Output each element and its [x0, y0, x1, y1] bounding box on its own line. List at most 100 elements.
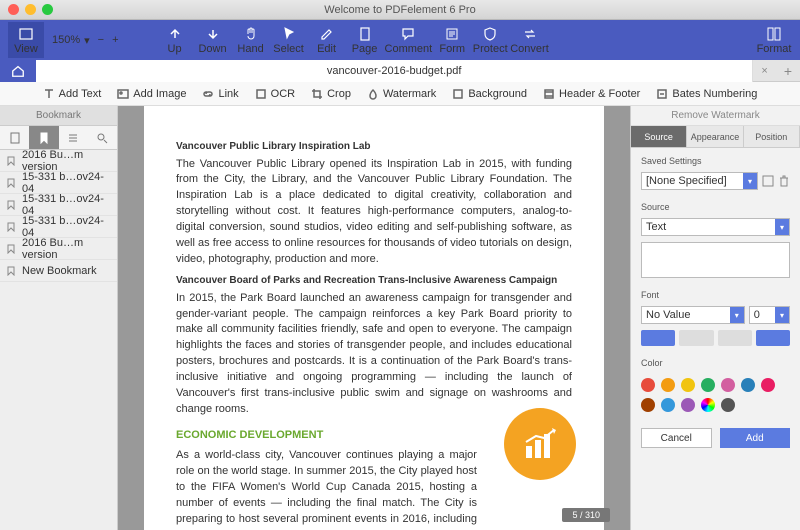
saved-settings-select[interactable]: [None Specified]▾ — [641, 172, 758, 190]
header-footer-icon — [543, 88, 555, 100]
color-swatch[interactable] — [681, 378, 695, 392]
ocr-button[interactable]: OCR — [255, 88, 295, 100]
ribbon: View 150%▾ − + Up Down Hand Select Edit … — [0, 20, 800, 60]
convert-button[interactable]: Convert — [510, 22, 549, 58]
tab-source[interactable]: Source — [631, 126, 687, 147]
down-icon — [205, 26, 221, 42]
bookmark-icon — [6, 178, 16, 188]
color-swatch[interactable] — [681, 398, 695, 412]
document-viewport[interactable]: Vancouver Public Library Inspiration Lab… — [118, 106, 630, 530]
form-button[interactable]: Form — [434, 22, 470, 58]
protect-icon — [482, 26, 498, 42]
font-select[interactable]: No Value▾ — [641, 306, 745, 324]
tab-add-button[interactable]: + — [776, 63, 800, 79]
source-select[interactable]: Text▾ — [641, 218, 790, 236]
align-left-button[interactable] — [641, 330, 675, 346]
page-icon — [357, 26, 373, 42]
background-button[interactable]: Background — [452, 88, 527, 100]
delete-preset-icon[interactable] — [778, 175, 790, 187]
down-button[interactable]: Down — [195, 22, 231, 58]
sidebar-tab-bookmarks[interactable] — [29, 126, 58, 149]
add-image-button[interactable]: Add Image — [117, 88, 186, 100]
color-swatch[interactable] — [641, 398, 655, 412]
sidebar-tab-thumbnails[interactable] — [0, 126, 29, 149]
home-icon — [11, 64, 25, 78]
align-right-button[interactable] — [718, 330, 752, 346]
color-swatch[interactable] — [721, 378, 735, 392]
view-button[interactable]: View — [8, 22, 44, 58]
up-button[interactable]: Up — [157, 22, 193, 58]
page-button[interactable]: Page — [347, 22, 383, 58]
up-icon — [167, 26, 183, 42]
save-preset-icon[interactable] — [762, 175, 774, 187]
tab-appearance[interactable]: Appearance — [687, 126, 743, 147]
maximize-window-icon[interactable] — [42, 4, 53, 15]
zoom-out-button[interactable]: − — [94, 34, 108, 46]
edit-button[interactable]: Edit — [309, 22, 345, 58]
font-size-input[interactable]: 0▾ — [749, 306, 790, 324]
source-label: Source — [641, 202, 790, 212]
link-button[interactable]: Link — [202, 88, 238, 100]
color-swatch[interactable] — [641, 378, 655, 392]
select-icon — [281, 26, 297, 42]
chart-badge-icon — [504, 408, 576, 480]
link-icon — [202, 88, 214, 100]
format-button[interactable]: Format — [756, 22, 792, 58]
thumbnails-icon — [9, 132, 21, 144]
color-swatch[interactable] — [721, 398, 735, 412]
bookmark-item[interactable]: 2016 Bu…m version — [0, 238, 117, 260]
ocr-icon — [255, 88, 267, 100]
text-icon — [43, 88, 55, 100]
bates-button[interactable]: Bates Numbering — [656, 88, 757, 100]
sidebar-tab-search[interactable] — [88, 126, 117, 149]
select-button[interactable]: Select — [271, 22, 307, 58]
color-picker-button[interactable] — [701, 398, 715, 412]
zoom-in-button[interactable]: + — [112, 34, 118, 46]
edit-icon — [319, 26, 335, 42]
add-button[interactable]: Add — [720, 428, 791, 448]
hand-button[interactable]: Hand — [233, 22, 269, 58]
color-swatch[interactable] — [741, 378, 755, 392]
cancel-button[interactable]: Cancel — [641, 428, 712, 448]
convert-icon — [522, 26, 538, 42]
protect-button[interactable]: Protect — [472, 22, 508, 58]
home-tab[interactable] — [0, 60, 36, 82]
minimize-window-icon[interactable] — [25, 4, 36, 15]
color-swatch[interactable] — [701, 378, 715, 392]
color-swatch[interactable] — [661, 378, 675, 392]
window-title: Welcome to PDFelement 6 Pro — [8, 4, 792, 16]
close-window-icon[interactable] — [8, 4, 19, 15]
comment-button[interactable]: Comment — [385, 22, 433, 58]
saved-settings-label: Saved Settings — [641, 156, 790, 166]
bookmark-item[interactable]: 2016 Bu…m version — [0, 150, 117, 172]
bookmark-item[interactable]: 15-331 b…ov24-04 — [0, 172, 117, 194]
zoom-control[interactable]: 150%▾ − + — [46, 34, 125, 47]
page-indicator: 5 / 310 — [562, 508, 610, 522]
sidebar-tab-outline[interactable] — [59, 126, 88, 149]
background-icon — [452, 88, 464, 100]
tab-close-button[interactable]: × — [753, 65, 775, 77]
source-text-input[interactable] — [641, 242, 790, 278]
paragraph: As a world-class city, Vancouver continu… — [176, 448, 477, 530]
header-footer-button[interactable]: Header & Footer — [543, 88, 640, 100]
color-swatch[interactable] — [761, 378, 775, 392]
titlebar: Welcome to PDFelement 6 Pro — [0, 0, 800, 20]
tab-position[interactable]: Position — [744, 126, 800, 147]
document-tab[interactable]: vancouver-2016-budget.pdf — [36, 60, 753, 82]
bookmark-item[interactable]: 15-331 b…ov24-04 — [0, 194, 117, 216]
comment-icon — [400, 26, 416, 42]
align-center-button[interactable] — [679, 330, 713, 346]
chevron-down-icon: ▾ — [730, 307, 744, 323]
crop-button[interactable]: Crop — [311, 88, 351, 100]
crop-icon — [311, 88, 323, 100]
bookmark-list: 2016 Bu…m version 15-331 b…ov24-04 15-33… — [0, 150, 117, 530]
color-swatch[interactable] — [661, 398, 675, 412]
bookmark-item[interactable]: New Bookmark — [0, 260, 117, 282]
bookmark-item[interactable]: 15-331 b…ov24-04 — [0, 216, 117, 238]
form-icon — [444, 26, 460, 42]
watermark-button[interactable]: Watermark — [367, 88, 436, 100]
outline-icon — [67, 132, 79, 144]
add-text-button[interactable]: Add Text — [43, 88, 102, 100]
bookmark-icon — [6, 222, 16, 232]
align-justify-button[interactable] — [756, 330, 790, 346]
